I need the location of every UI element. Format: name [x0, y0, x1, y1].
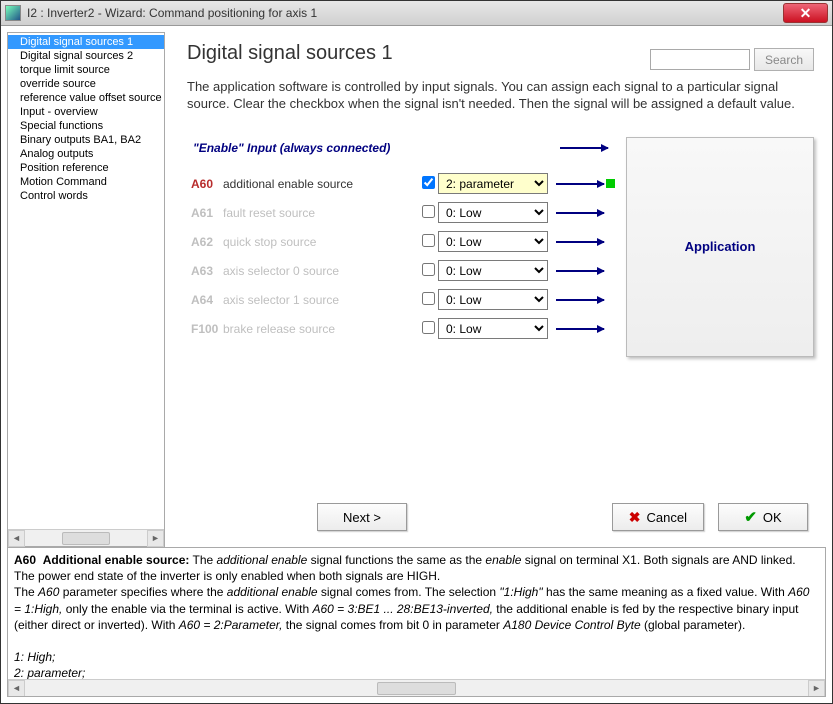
param-checkbox[interactable]: [422, 205, 435, 218]
param-id: A60: [187, 177, 223, 191]
sidebar-item[interactable]: reference value offset source: [8, 91, 164, 105]
scroll-left-icon[interactable]: ◄: [8, 530, 25, 547]
app-icon: [5, 5, 21, 21]
page-title: Digital signal sources 1: [187, 42, 393, 65]
param-id: A63: [187, 264, 223, 278]
close-button[interactable]: ✕: [783, 3, 828, 23]
param-id: F100: [187, 322, 223, 336]
sidebar-item[interactable]: Input - overview: [8, 105, 164, 119]
sidebar-tree[interactable]: Digital signal sources 1Digital signal s…: [8, 33, 164, 529]
param-select[interactable]: 0: Low: [438, 231, 548, 252]
arrow-icon: [556, 241, 604, 243]
arrow-icon: [556, 299, 604, 301]
help-hscroll[interactable]: ◄ ►: [8, 679, 825, 696]
window-title: I2 : Inverter2 - Wizard: Command positio…: [27, 6, 783, 20]
next-button[interactable]: Next >: [317, 503, 407, 531]
sidebar-item[interactable]: torque limit source: [8, 63, 164, 77]
wizard-window: I2 : Inverter2 - Wizard: Command positio…: [0, 0, 833, 704]
scroll-track[interactable]: [25, 681, 808, 696]
sidebar: Digital signal sources 1Digital signal s…: [7, 32, 165, 547]
param-id: A64: [187, 293, 223, 307]
x-icon: ✖: [629, 509, 641, 526]
sidebar-item[interactable]: Control words: [8, 189, 164, 203]
scroll-right-icon[interactable]: ►: [808, 680, 825, 697]
param-select[interactable]: 2: parameter: [438, 173, 548, 194]
sidebar-hscroll[interactable]: ◄ ►: [8, 529, 164, 546]
enable-input-label: "Enable" Input (always connected): [187, 141, 422, 155]
param-select[interactable]: 0: Low: [438, 260, 548, 281]
param-checkbox[interactable]: [422, 234, 435, 247]
param-checkbox[interactable]: [422, 263, 435, 276]
sidebar-item[interactable]: Motion Command: [8, 175, 164, 189]
param-label: quick stop source: [223, 235, 418, 249]
param-id: A61: [187, 206, 223, 220]
check-icon: ✔: [744, 508, 757, 526]
sidebar-item[interactable]: Digital signal sources 2: [8, 49, 164, 63]
scroll-thumb[interactable]: [377, 682, 455, 695]
param-select[interactable]: 0: Low: [438, 318, 548, 339]
param-select[interactable]: 0: Low: [438, 202, 548, 223]
search-button[interactable]: Search: [754, 48, 814, 71]
sidebar-item[interactable]: Binary outputs BA1, BA2: [8, 133, 164, 147]
help-panel: A60 Additional enable source: The additi…: [7, 547, 826, 697]
scroll-thumb[interactable]: [62, 532, 111, 545]
scroll-right-icon[interactable]: ►: [147, 530, 164, 547]
arrow-icon: [556, 212, 604, 214]
sidebar-item[interactable]: Analog outputs: [8, 147, 164, 161]
sidebar-item[interactable]: override source: [8, 77, 164, 91]
param-label: fault reset source: [223, 206, 418, 220]
param-checkbox[interactable]: [422, 176, 435, 189]
scroll-track[interactable]: [25, 531, 147, 546]
sidebar-item[interactable]: Special functions: [8, 119, 164, 133]
param-checkbox[interactable]: [422, 292, 435, 305]
param-checkbox[interactable]: [422, 321, 435, 334]
help-content: A60 Additional enable source: The additi…: [8, 548, 825, 679]
arrow-icon: [556, 328, 604, 330]
param-id: A62: [187, 235, 223, 249]
scroll-left-icon[interactable]: ◄: [8, 680, 25, 697]
param-label: axis selector 1 source: [223, 293, 418, 307]
page-description: The application software is controlled b…: [187, 79, 814, 113]
sidebar-item[interactable]: Position reference: [8, 161, 164, 175]
main-panel: Digital signal sources 1 Search The appl…: [169, 32, 826, 547]
search-input[interactable]: [650, 49, 750, 70]
param-label: additional enable source: [223, 177, 418, 191]
green-indicator: [606, 179, 615, 188]
ok-button[interactable]: ✔OK: [718, 503, 808, 531]
param-label: axis selector 0 source: [223, 264, 418, 278]
param-select[interactable]: 0: Low: [438, 289, 548, 310]
titlebar: I2 : Inverter2 - Wizard: Command positio…: [1, 1, 832, 26]
param-label: brake release source: [223, 322, 418, 336]
application-label: Application: [685, 239, 756, 254]
button-row: Next > ✖Cancel ✔OK: [187, 495, 814, 541]
signals-area: "Enable" Input (always connected) A60add…: [187, 137, 814, 347]
cancel-button[interactable]: ✖Cancel: [612, 503, 704, 531]
arrow-icon: [556, 270, 604, 272]
application-box: Application: [626, 137, 814, 357]
arrow-icon: [556, 183, 604, 185]
sidebar-item[interactable]: Digital signal sources 1: [8, 35, 164, 49]
arrow-icon: [560, 147, 608, 149]
